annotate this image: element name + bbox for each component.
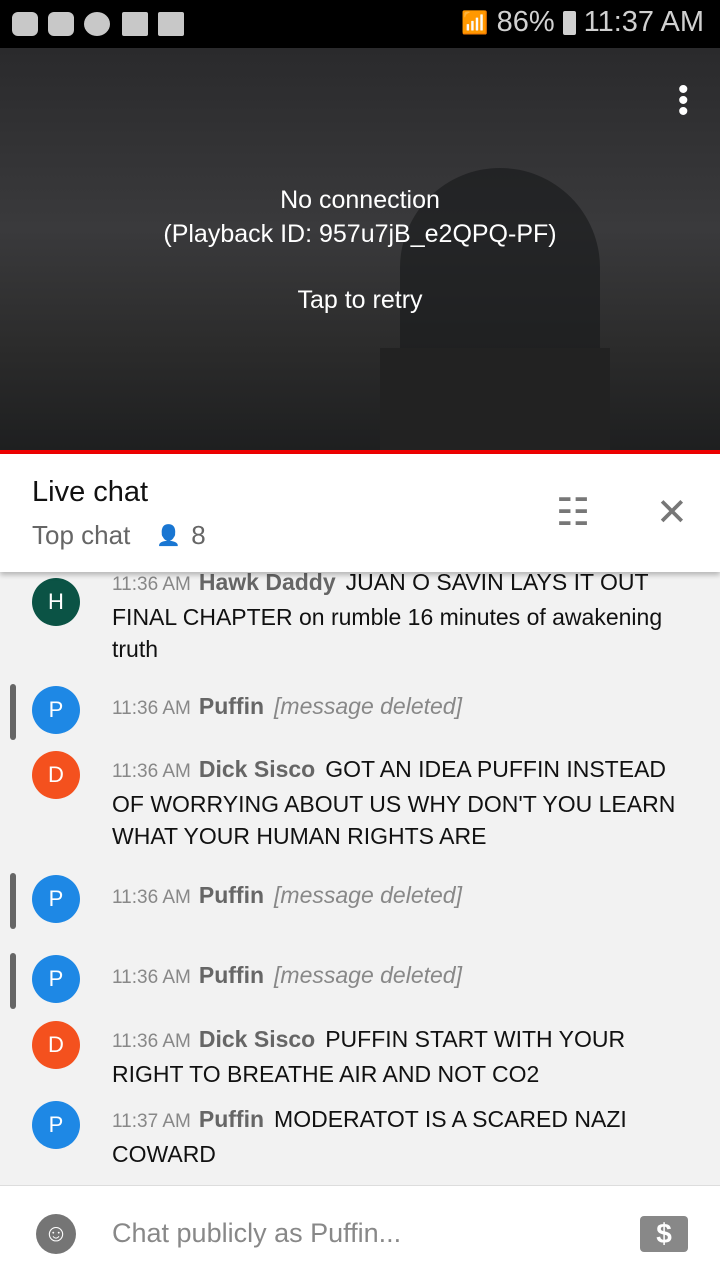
video-player[interactable]: No connection (Playback ID: 957u7jB_e2QP… (0, 48, 720, 450)
retry-link[interactable]: Tap to retry (0, 286, 720, 315)
playback-id: (Playback ID: 957u7jB_e2QPQ-PF) (163, 220, 557, 248)
avatar[interactable]: H (32, 578, 80, 626)
image-icon (158, 12, 184, 36)
chat-header: Live chat Top chat 👤 8 ☷ ✕ (0, 454, 720, 572)
chat-input[interactable]: Chat publicly as Puffin... (112, 1218, 401, 1249)
wifi-icon: 📶 (461, 9, 489, 35)
emoji-icon[interactable]: ☺ (36, 1214, 76, 1254)
youtube-icon (48, 12, 74, 36)
avatar[interactable]: D (32, 751, 80, 799)
avatar[interactable]: P (32, 686, 80, 734)
person-icon: 👤 (156, 525, 182, 547)
filter-icon[interactable]: ☷ (556, 490, 590, 535)
chat-title: Live chat (32, 476, 149, 508)
avatar[interactable]: P (32, 875, 80, 923)
avatar[interactable]: P (32, 1101, 80, 1149)
chat-list[interactable]: H 11:36 AM Hawk Daddy JUAN O SAVIN LAYS IT… (0, 572, 720, 1185)
close-icon[interactable]: ✕ (656, 490, 688, 535)
super-chat-icon[interactable]: $ (640, 1216, 688, 1252)
m-app-icon (84, 12, 110, 36)
battery-percent: 86% (496, 6, 555, 38)
avatar[interactable]: P (32, 955, 80, 1003)
status-bar: 📶 86% 11:37 AM (0, 0, 720, 48)
battery-icon (562, 10, 576, 35)
chat-input-bar: ☺ Chat publicly as Puffin... $ (0, 1185, 720, 1280)
error-message: No connection (280, 186, 440, 214)
chat-mode-selector[interactable]: Top chat 👤 8 (32, 520, 206, 551)
more-vert-icon[interactable]: • • • (678, 75, 689, 127)
youtube-icon (12, 12, 38, 36)
viewer-count: 8 (191, 520, 206, 550)
folder-icon (122, 12, 148, 36)
chat-mode[interactable]: Top chat (32, 520, 130, 551)
avatar[interactable]: D (32, 1021, 80, 1069)
clock: 11:37 AM (583, 6, 704, 38)
